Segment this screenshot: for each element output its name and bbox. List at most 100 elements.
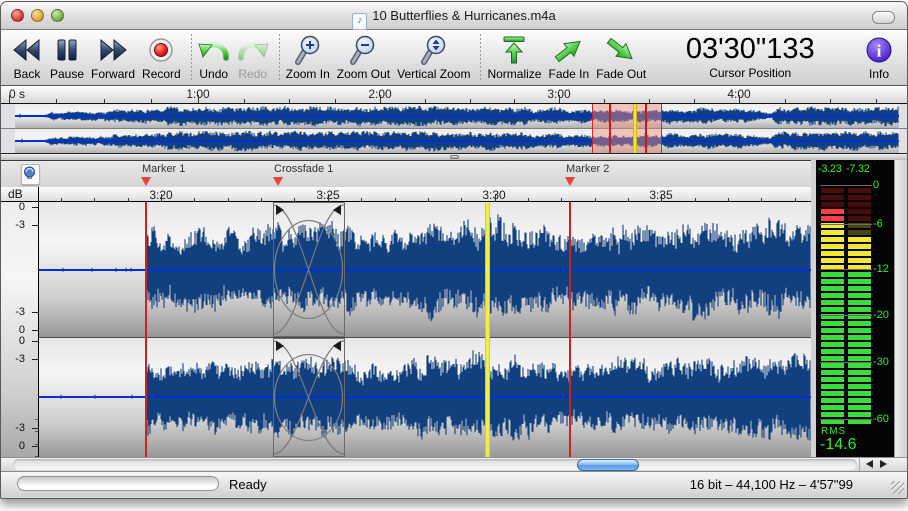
meter-segment-left	[821, 356, 844, 361]
cursor-position-value: 03'30"133	[686, 33, 815, 65]
ruler-minor-tick	[128, 198, 129, 202]
normalize-button[interactable]: Normalize	[487, 33, 541, 81]
waveform-channel-left[interactable]	[39, 202, 811, 338]
vertical-scrollbar-track[interactable]	[894, 160, 908, 457]
fade-in-icon	[553, 33, 585, 66]
overview-marker-line	[645, 104, 647, 153]
divider-grip-handle[interactable]	[450, 155, 459, 159]
vertical-zoom-icon	[420, 33, 448, 66]
scroll-left-arrow-icon[interactable]	[866, 460, 873, 468]
meter-segment-right	[848, 258, 871, 263]
waveform-channel-right[interactable]	[39, 338, 811, 457]
progress-bar	[17, 476, 219, 491]
meter-scale-label: -60	[873, 413, 889, 425]
meter-scale-label: -20	[873, 309, 889, 321]
overview-marker-line	[609, 104, 611, 153]
normalize-icon	[501, 33, 527, 66]
overview-channel-right[interactable]	[15, 129, 899, 153]
ruler-minor-tick	[104, 99, 105, 103]
marker-flag-icon[interactable]	[273, 177, 283, 186]
db-major-tick	[32, 359, 38, 360]
audio-format-text: 16 bit – 44,100 Hz – 4'57"99	[690, 477, 853, 492]
audio-source-button[interactable]	[21, 164, 40, 185]
meter-segment-right	[848, 244, 871, 249]
fade-in-button[interactable]: Fade In	[548, 33, 589, 81]
meter-segment-left	[821, 307, 844, 312]
ruler-time-label: 0 s	[9, 87, 25, 101]
status-text: Ready	[229, 477, 267, 492]
toolbar-toggle-button[interactable]	[872, 11, 895, 24]
resize-grip[interactable]	[891, 481, 904, 494]
forward-label: Forward	[91, 67, 135, 81]
meter-segment-left	[821, 349, 844, 354]
meter-segment-left	[821, 384, 844, 389]
marker-label: Marker 2	[566, 163, 609, 175]
meter-segment-left	[821, 398, 844, 403]
meter-segment-left	[821, 251, 844, 256]
title-bar[interactable]: ♪10 Butterflies & Hurricanes.m4a	[1, 2, 907, 30]
marker-flag-icon[interactable]	[565, 177, 575, 186]
ruler-minor-tick	[61, 198, 62, 202]
status-bar: Ready 16 bit – 44,100 Hz – 4'57"99	[1, 471, 907, 497]
main-timeline-ruler: 3:203:253:303:35	[39, 187, 811, 202]
ruler-minor-tick	[395, 198, 396, 202]
ruler-minor-tick	[94, 198, 95, 202]
ruler-minor-tick	[785, 99, 786, 103]
meter-segment-left	[821, 195, 844, 200]
db-scale-label: -3	[3, 219, 25, 231]
db-unit-label: dB	[8, 187, 23, 201]
info-button[interactable]: i Info	[865, 33, 893, 81]
meter-segment-right	[848, 356, 871, 361]
ruler-minor-tick	[361, 198, 362, 202]
meter-segment-left	[821, 328, 844, 333]
overview-playhead-cursor[interactable]	[633, 104, 637, 153]
db-scale-label: 0	[3, 335, 25, 347]
redo-button[interactable]: Redo	[237, 33, 269, 81]
meter-segment-left	[821, 188, 844, 193]
info-label: Info	[869, 67, 889, 81]
record-label: Record	[142, 67, 181, 81]
overview-waveform[interactable]	[1, 104, 907, 154]
ruler-minor-tick	[425, 99, 426, 103]
overview-channel-left[interactable]	[15, 104, 899, 128]
record-button[interactable]: Record	[142, 33, 181, 81]
meter-segment-right	[848, 286, 871, 291]
undo-button[interactable]: Undo	[198, 33, 230, 81]
ruler-minor-tick	[244, 99, 245, 103]
ruler-major-tick	[198, 95, 199, 103]
scrollbar-track[interactable]	[13, 459, 857, 470]
cursor-position-display: 03'30"133 Cursor Position	[661, 33, 839, 80]
scroll-right-arrow-icon[interactable]	[880, 460, 887, 468]
meter-scale-line	[820, 315, 872, 316]
zoom-out-label: Zoom Out	[337, 67, 390, 81]
forward-button[interactable]: Forward	[91, 33, 135, 81]
ruler-major-tick	[661, 194, 662, 201]
meter-segment-left	[821, 377, 844, 382]
marker-flag-icon[interactable]	[141, 177, 151, 186]
meter-scale-label: -12	[873, 263, 889, 275]
db-minor-tick	[35, 419, 38, 420]
undo-icon	[198, 33, 230, 66]
zoom-in-button[interactable]: Zoom In	[286, 33, 330, 81]
toolbar: Back Pause Forward Record Undo Redo Zoom…	[1, 30, 907, 86]
horizontal-scrollbar[interactable]	[1, 457, 907, 471]
scrollbar-thumb[interactable]	[577, 459, 639, 471]
meter-segment-left	[821, 335, 844, 340]
pause-button[interactable]: Pause	[50, 33, 84, 81]
ruler-minor-tick	[728, 198, 729, 202]
meter-segment-right	[848, 300, 871, 305]
db-major-tick	[32, 330, 38, 331]
fade-out-button[interactable]: Fade Out	[596, 33, 646, 81]
vertical-zoom-button[interactable]: Vertical Zoom	[397, 33, 470, 81]
db-minor-tick	[35, 431, 38, 432]
ruler-major-tick	[9, 95, 10, 103]
meter-segment-right	[848, 391, 871, 396]
overview-selection[interactable]	[592, 104, 662, 153]
meter-segment-left	[821, 370, 844, 375]
zoom-out-button[interactable]: Zoom Out	[337, 33, 390, 81]
meter-segment-left	[821, 258, 844, 263]
redo-label: Redo	[238, 67, 267, 81]
marker-bar[interactable]: Marker 1Crossfade 1Marker 2	[1, 160, 811, 187]
back-button[interactable]: Back	[11, 33, 43, 81]
ruler-major-tick	[380, 95, 381, 103]
